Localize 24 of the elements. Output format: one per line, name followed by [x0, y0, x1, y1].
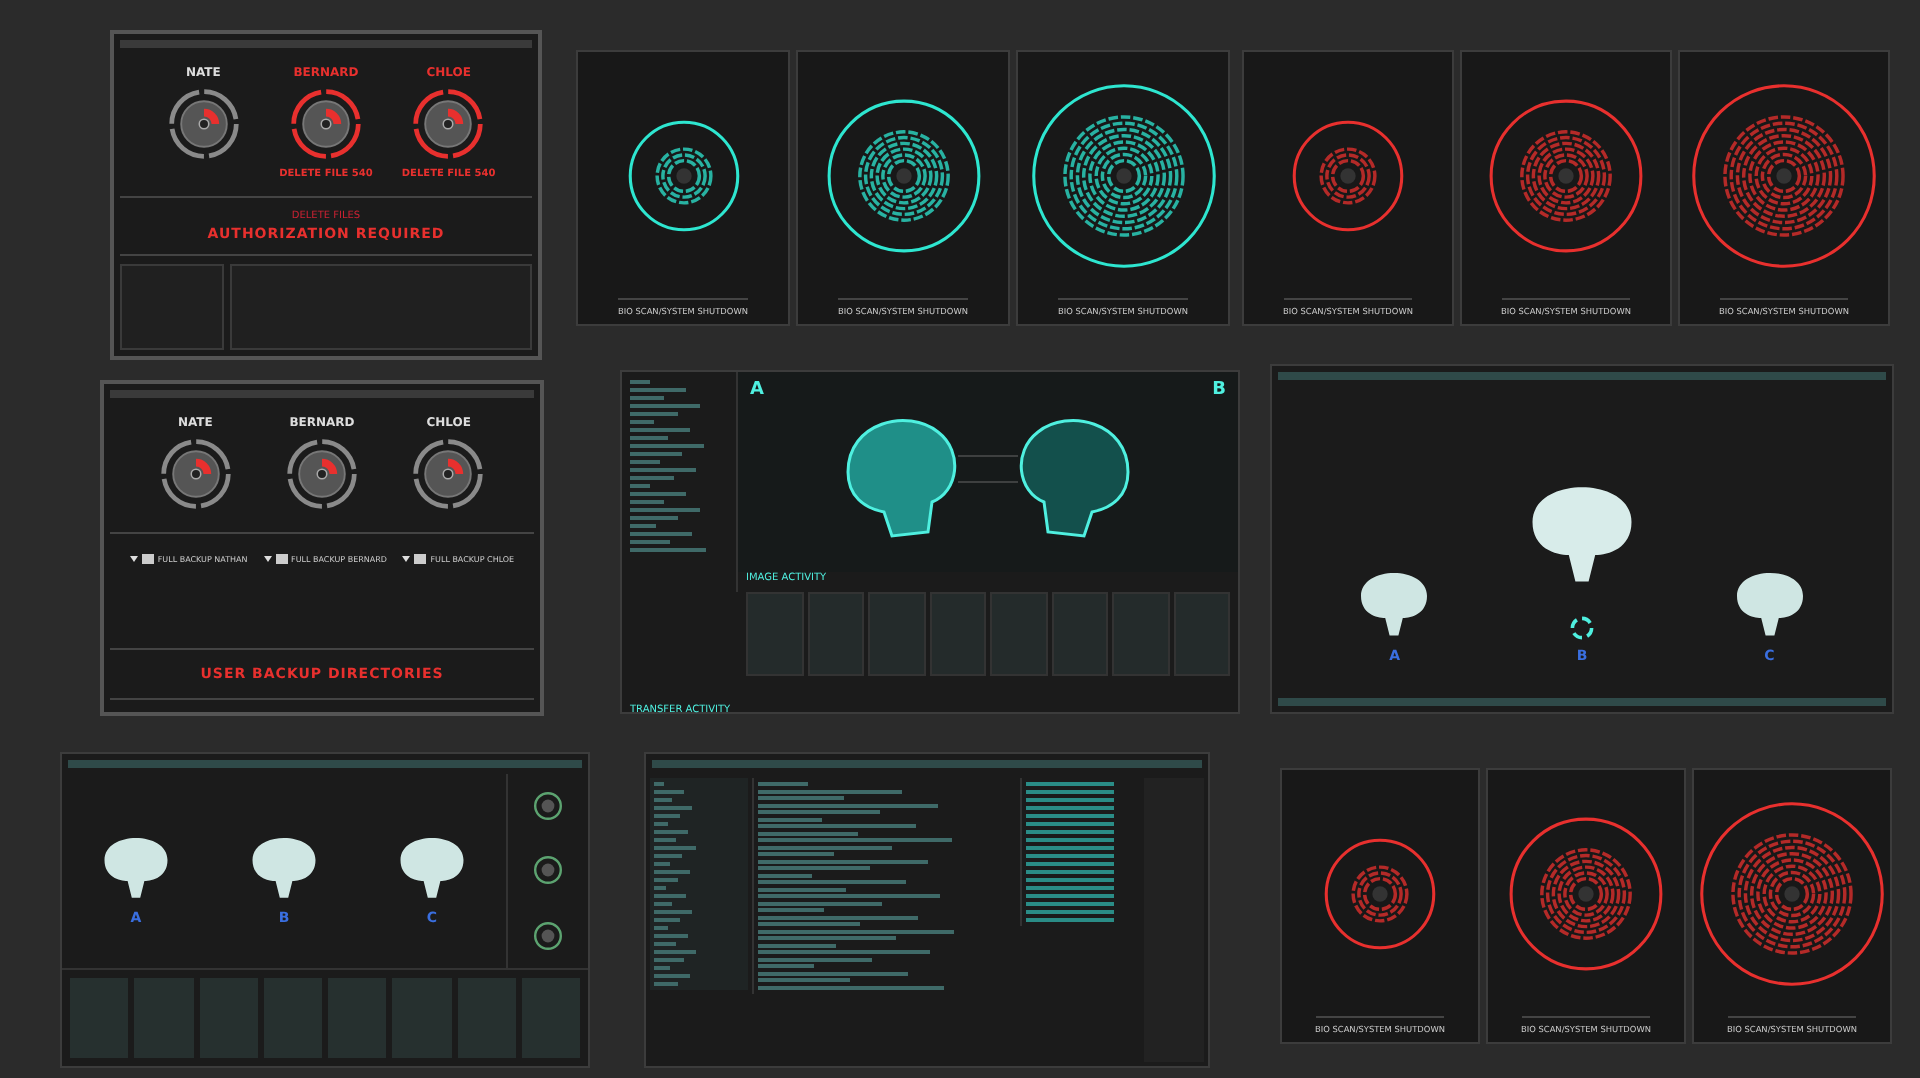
scan-thumbnail[interactable] — [868, 592, 925, 676]
ring-gauge-icon — [532, 790, 564, 823]
folder-icon — [414, 554, 427, 564]
rotation-icon — [1569, 616, 1594, 640]
ring-gauge-icon — [532, 919, 564, 952]
view-label: A — [750, 380, 764, 400]
scan-thumbnail[interactable] — [929, 592, 986, 676]
ring-gauge-icon — [165, 86, 242, 162]
scan-thumbnail[interactable] — [1051, 592, 1108, 676]
ring-gauge-icon — [283, 436, 360, 512]
folder-icon — [141, 554, 154, 564]
ring-gauge-icon — [410, 436, 487, 512]
scan-thumbnail[interactable] — [746, 592, 803, 676]
folder-icon — [275, 554, 288, 564]
scan-thumbnail[interactable] — [990, 592, 1047, 676]
sub-panel — [120, 264, 224, 350]
scan-thumbnail[interactable] — [1173, 592, 1230, 676]
ring-gauge-icon — [287, 86, 364, 162]
scan-thumbnail[interactable] — [1112, 592, 1169, 676]
ring-gauge-icon — [532, 854, 564, 887]
scan-thumbnail[interactable] — [807, 592, 864, 676]
view-label: B — [1212, 380, 1226, 400]
ring-gauge-icon — [410, 86, 487, 162]
ring-gauge-icon — [157, 436, 234, 512]
